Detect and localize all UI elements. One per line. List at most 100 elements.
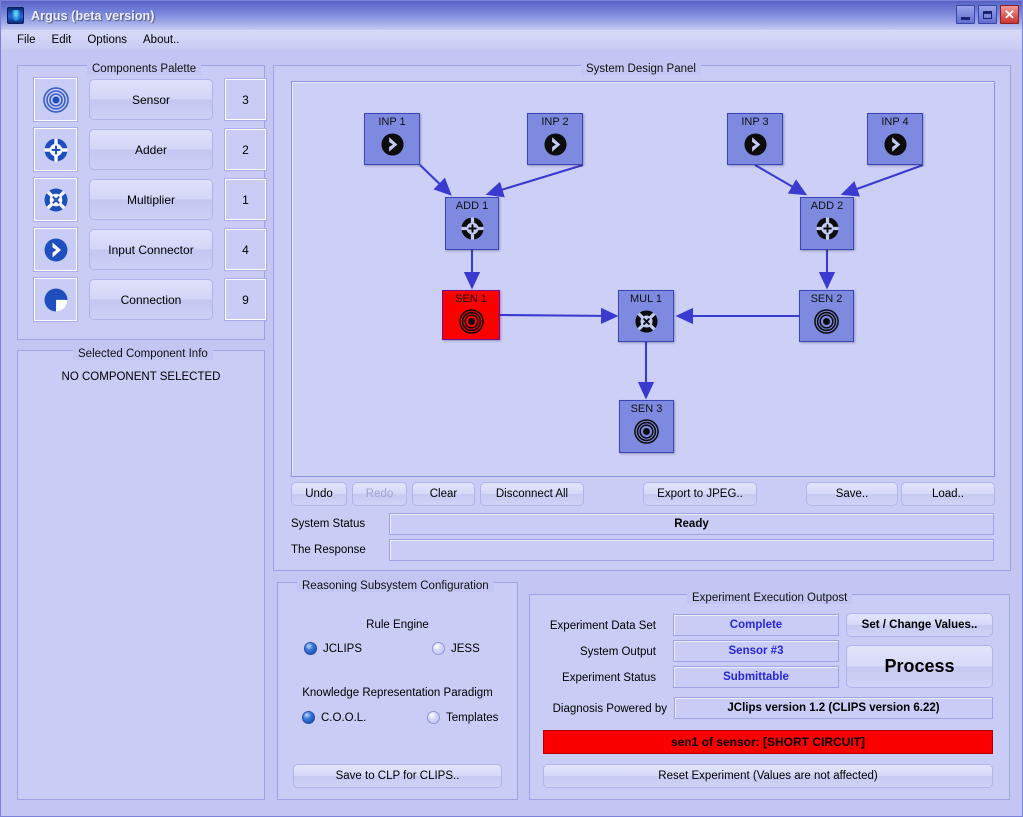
multiplier-icon[interactable]	[33, 177, 78, 222]
node-sen2[interactable]: SEN 2	[799, 290, 854, 342]
node-label: INP 1	[378, 116, 406, 128]
title-bar: Argus (beta version) ✕	[1, 1, 1022, 30]
save-button[interactable]: Save..	[806, 482, 898, 506]
application-window: Argus (beta version) ✕ File Edit Options…	[0, 0, 1023, 817]
adder-icon	[815, 216, 840, 246]
radio-label: JCLIPS	[323, 642, 362, 655]
palette-row-adder[interactable]: Adder 2	[33, 127, 267, 172]
the-response-value	[389, 539, 994, 561]
palette-button-multiplier[interactable]: Multiplier	[89, 179, 213, 220]
radio-label: Templates	[446, 711, 499, 724]
node-sen3[interactable]: SEN 3	[619, 400, 674, 453]
node-label: SEN 2	[810, 293, 843, 305]
node-inp2[interactable]: INP 2	[527, 113, 583, 165]
node-inp3[interactable]: INP 3	[727, 113, 783, 165]
radio-cool[interactable]: C.O.O.L.	[302, 711, 366, 724]
palette-count-sensor: 3	[224, 78, 267, 121]
node-add1[interactable]: ADD 1	[445, 197, 499, 250]
palette-row-connection[interactable]: Connection 9	[33, 277, 267, 322]
argus-logo-icon	[7, 7, 24, 24]
experiment-data-set-label: Experiment Data Set	[549, 620, 656, 632]
node-inp4[interactable]: INP 4	[867, 113, 923, 165]
palette-row-sensor[interactable]: Sensor 3	[33, 77, 267, 122]
menu-item-file[interactable]: File	[9, 32, 44, 48]
window-title: Argus (beta version)	[31, 8, 155, 23]
load-button[interactable]: Load..	[901, 482, 995, 506]
system-output-text: Sensor #3	[728, 645, 784, 657]
process-button[interactable]: Process	[846, 645, 993, 688]
experiment-status-value: Submittable	[673, 666, 839, 688]
sensor-icon	[814, 309, 839, 339]
components-palette-title: Components Palette	[87, 63, 202, 75]
clear-button[interactable]: Clear	[412, 482, 475, 506]
connection-icon[interactable]	[33, 277, 78, 322]
palette-row-multiplier[interactable]: Multiplier 1	[33, 177, 267, 222]
menu-bar: File Edit Options About..	[1, 30, 1022, 50]
undo-button[interactable]: Undo	[291, 482, 347, 506]
redo-button[interactable]: Redo	[352, 482, 407, 506]
node-inp1[interactable]: INP 1	[364, 113, 420, 165]
node-label: INP 4	[881, 116, 909, 128]
reset-experiment-button[interactable]: Reset Experiment (Values are not affecte…	[543, 764, 993, 788]
node-mul1[interactable]: MUL 1	[618, 290, 674, 342]
selected-component-info-title: Selected Component Info	[73, 348, 213, 360]
radio-indicator[interactable]	[427, 711, 440, 724]
set-change-values-button[interactable]: Set / Change Values..	[846, 613, 993, 637]
palette-count-input-connector: 4	[224, 228, 267, 271]
system-status-label: System Status	[291, 518, 366, 530]
diagnosis-powered-by-value: JClips version 1.2 (CLIPS version 6.22)	[674, 697, 993, 719]
radio-indicator[interactable]	[432, 642, 445, 655]
reasoning-subsystem-title: Reasoning Subsystem Configuration	[297, 580, 494, 592]
export-to-jpeg-button[interactable]: Export to JPEG..	[643, 482, 757, 506]
system-output-value: Sensor #3	[673, 640, 839, 662]
maximize-button[interactable]	[978, 5, 997, 24]
radio-jclips[interactable]: JCLIPS	[304, 642, 362, 655]
input-connector-icon	[743, 132, 768, 162]
save-to-clp-button[interactable]: Save to CLP for CLIPS..	[293, 764, 502, 788]
adder-icon	[460, 216, 485, 246]
menu-item-options[interactable]: Options	[79, 32, 135, 48]
palette-count-multiplier: 1	[224, 178, 267, 221]
disconnect-all-button[interactable]: Disconnect All	[480, 482, 584, 506]
radio-indicator[interactable]	[302, 711, 315, 724]
design-canvas[interactable]: INP 1 INP 2 INP 3 INP 4 ADD 1 ADD 2 SEN …	[291, 81, 995, 477]
palette-row-input-connector[interactable]: Input Connector 4	[33, 227, 267, 272]
minimize-button[interactable]	[956, 5, 975, 24]
palette-button-input-connector[interactable]: Input Connector	[89, 229, 213, 270]
node-label: SEN 1	[455, 293, 487, 305]
node-sen1[interactable]: SEN 1	[442, 290, 500, 340]
node-label: SEN 3	[630, 403, 663, 415]
experiment-status-label: Experiment Status	[562, 672, 656, 684]
node-label: ADD 1	[455, 200, 489, 212]
selected-component-info-text: NO COMPONENT SELECTED	[61, 371, 221, 383]
palette-button-sensor[interactable]: Sensor	[89, 79, 213, 120]
input-connector-icon	[883, 132, 908, 162]
diagnosis-powered-by-label: Diagnosis Powered by	[552, 703, 667, 715]
multiplier-icon	[634, 309, 659, 339]
sensor-icon	[458, 309, 484, 339]
radio-templates[interactable]: Templates	[427, 711, 498, 724]
palette-button-adder[interactable]: Adder	[89, 129, 213, 170]
experiment-execution-title: Experiment Execution Outpost	[687, 592, 853, 604]
input-connector-icon	[543, 132, 568, 162]
adder-icon[interactable]	[33, 127, 78, 172]
close-icon[interactable]: ✕	[1000, 5, 1019, 24]
node-add2[interactable]: ADD 2	[800, 197, 854, 250]
radio-label: C.O.O.L.	[321, 711, 367, 724]
system-status-value: Ready	[389, 513, 994, 535]
sensor-icon[interactable]	[33, 77, 78, 122]
node-label: INP 2	[541, 116, 569, 128]
palette-button-connection[interactable]: Connection	[89, 279, 213, 320]
radio-jess[interactable]: JESS	[432, 642, 480, 655]
menu-item-about[interactable]: About..	[135, 32, 187, 48]
sensor-icon	[634, 419, 659, 449]
system-output-label: System Output	[579, 646, 656, 658]
node-label: INP 3	[741, 116, 769, 128]
radio-indicator[interactable]	[304, 642, 317, 655]
palette-count-adder: 2	[224, 128, 267, 171]
system-design-panel-title: System Design Panel	[581, 63, 701, 75]
menu-item-edit[interactable]: Edit	[44, 32, 80, 48]
input-connector-icon[interactable]	[33, 227, 78, 272]
alarm-message-banner: sen1 of sensor: [SHORT CIRCUIT]	[543, 730, 993, 754]
the-response-label: The Response	[291, 544, 366, 556]
